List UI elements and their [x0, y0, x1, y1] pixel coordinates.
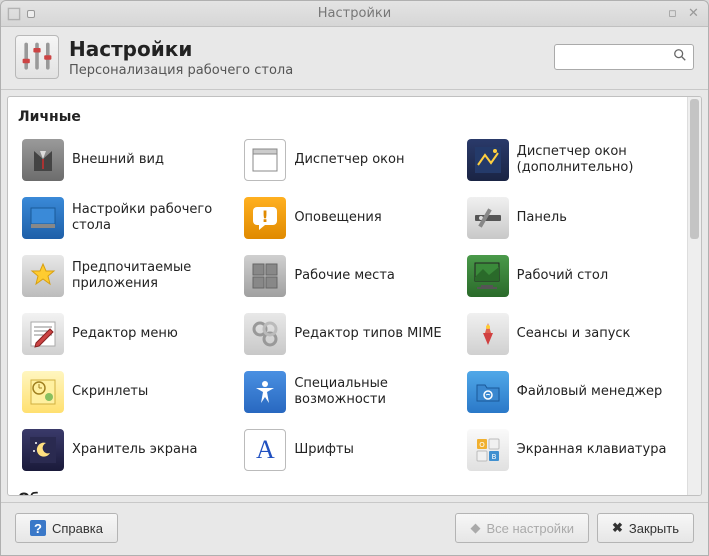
scrollbar-thumb[interactable]: [690, 99, 699, 239]
item-label: Панель: [517, 210, 567, 226]
section-hardware-title: Оборудование: [18, 491, 677, 495]
header-text: Настройки Персонализация рабочего стола: [69, 37, 293, 78]
footer: ? Справка ◆ Все настройки ✖ Закрыть: [1, 502, 708, 555]
item-label: Предпочитаемые приложения: [72, 260, 228, 293]
item-label: Оповещения: [294, 210, 381, 226]
scrollbar[interactable]: [687, 97, 701, 495]
help-button-label: Справка: [52, 521, 103, 536]
page-title: Настройки: [69, 37, 293, 61]
preferred-apps-icon: [22, 255, 64, 297]
item-screenlets[interactable]: Скринлеты: [18, 365, 232, 419]
item-accessibility[interactable]: Специальные возможности: [240, 365, 454, 419]
item-label: Редактор меню: [72, 326, 178, 342]
item-mime-editor[interactable]: Редактор типов MIME: [240, 307, 454, 361]
item-label: Скринлеты: [72, 384, 148, 400]
item-label: Специальные возможности: [294, 376, 450, 409]
titlebar[interactable]: Настройки ▫ ✕: [1, 1, 708, 27]
item-session-startup[interactable]: Сеансы и запуск: [463, 307, 677, 361]
close-button-label: Закрыть: [629, 521, 679, 536]
item-file-manager[interactable]: Файловый менеджер: [463, 365, 677, 419]
settings-content: Личные Внешний вид Диспетчер окон: [8, 97, 687, 495]
session-icon: [467, 313, 509, 355]
svg-text:!: !: [262, 207, 269, 226]
item-label: Рабочий стол: [517, 268, 608, 284]
all-settings-label: Все настройки: [486, 521, 574, 536]
notifications-icon: !: [244, 197, 286, 239]
mime-editor-icon: [244, 313, 286, 355]
item-label: Файловый менеджер: [517, 384, 663, 400]
item-label: Рабочие места: [294, 268, 395, 284]
accessibility-icon: [244, 371, 286, 413]
item-wallpaper[interactable]: Рабочий стол: [463, 249, 677, 303]
item-preferred-apps[interactable]: Предпочитаемые приложения: [18, 249, 232, 303]
content-area: Личные Внешний вид Диспетчер окон: [7, 96, 702, 496]
titlebar-left: [7, 7, 35, 21]
workspaces-icon: [244, 255, 286, 297]
titlebar-dot-icon: [27, 10, 35, 18]
settings-window: Настройки ▫ ✕ Настройки Персонализация р…: [0, 0, 709, 556]
item-label: Хранитель экрана: [72, 442, 197, 458]
item-panel[interactable]: Панель: [463, 191, 677, 245]
item-desktop-settings[interactable]: Настройки рабочего стола: [18, 191, 232, 245]
screenlets-icon: [22, 371, 64, 413]
item-menu-editor[interactable]: Редактор меню: [18, 307, 232, 361]
item-label: Внешний вид: [72, 152, 164, 168]
item-label: Редактор типов MIME: [294, 326, 441, 342]
desktop-settings-icon: [22, 197, 64, 239]
back-icon: ◆: [470, 520, 480, 536]
item-label: Настройки рабочего стола: [72, 202, 228, 235]
close-window-icon[interactable]: ✕: [688, 7, 702, 21]
search-input[interactable]: [554, 44, 694, 70]
file-manager-icon: [467, 371, 509, 413]
header: Настройки Персонализация рабочего стола: [1, 27, 708, 90]
wm-tweaks-icon: [467, 139, 509, 181]
section-personal-title: Личные: [18, 109, 677, 125]
all-settings-button: ◆ Все настройки: [455, 513, 589, 543]
screensaver-icon: [22, 429, 64, 471]
item-workspaces[interactable]: Рабочие места: [240, 249, 454, 303]
item-window-manager-tweaks[interactable]: Диспетчер окон (дополнительно): [463, 133, 677, 187]
settings-header-icon: [15, 35, 59, 79]
item-label: Сеансы и запуск: [517, 326, 631, 342]
item-screensaver[interactable]: Хранитель экрана: [18, 423, 232, 477]
svg-text:B: B: [491, 453, 496, 461]
onboard-icon: OB: [467, 429, 509, 471]
menu-editor-icon: [22, 313, 64, 355]
help-icon: ?: [30, 520, 46, 536]
item-onscreen-keyboard[interactable]: OB Экранная клавиатура: [463, 423, 677, 477]
item-label: Диспетчер окон: [294, 152, 404, 168]
item-appearance[interactable]: Внешний вид: [18, 133, 232, 187]
item-label: Шрифты: [294, 442, 354, 458]
search-icon: [673, 48, 687, 66]
close-button[interactable]: ✖ Закрыть: [597, 513, 694, 543]
svg-text:O: O: [479, 441, 485, 449]
close-icon: ✖: [612, 520, 623, 536]
item-label: Диспетчер окон (дополнительно): [517, 144, 673, 177]
item-notifications[interactable]: ! Оповещения: [240, 191, 454, 245]
appearance-icon: [22, 139, 64, 181]
page-subtitle: Персонализация рабочего стола: [69, 63, 293, 78]
window-manager-icon: [244, 139, 286, 181]
help-button[interactable]: ? Справка: [15, 513, 118, 543]
window-menu-icon[interactable]: [7, 7, 21, 21]
item-label: Экранная клавиатура: [517, 442, 667, 458]
personal-grid: Внешний вид Диспетчер окон Диспетчер око…: [18, 133, 677, 477]
window-title: Настройки: [1, 6, 708, 21]
item-window-manager[interactable]: Диспетчер окон: [240, 133, 454, 187]
fonts-icon: A: [244, 429, 286, 471]
item-fonts[interactable]: A Шрифты: [240, 423, 454, 477]
panel-icon: [467, 197, 509, 239]
minimize-icon[interactable]: ▫: [668, 7, 682, 21]
titlebar-right: ▫ ✕: [668, 7, 702, 21]
wallpaper-icon: [467, 255, 509, 297]
